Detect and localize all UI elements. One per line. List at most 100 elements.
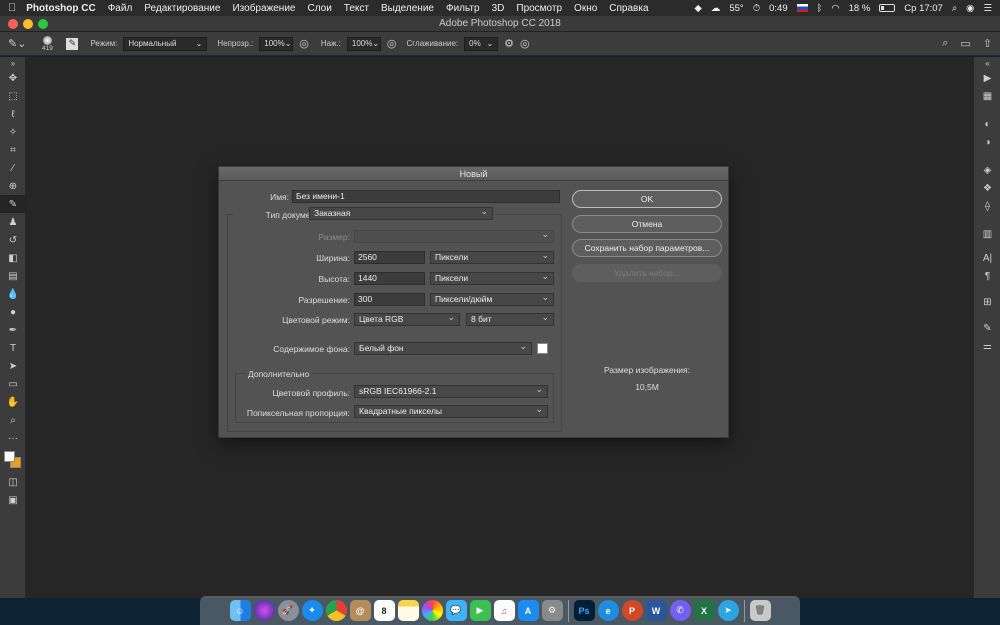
- ok-button[interactable]: OK: [572, 190, 722, 208]
- screen-mode-icon[interactable]: ▣: [0, 491, 26, 509]
- layers-panel-icon[interactable]: ◈: [974, 161, 1000, 179]
- collapse-panel-icon[interactable]: «: [974, 57, 1000, 69]
- pressure-size-icon[interactable]: ◎: [520, 37, 530, 50]
- channels-panel-icon[interactable]: ❖: [974, 179, 1000, 197]
- calendar-icon[interactable]: 8: [373, 600, 395, 621]
- menu-filter[interactable]: Фильтр: [446, 3, 480, 14]
- wifi-icon[interactable]: ◠: [831, 3, 839, 14]
- photoshop-icon[interactable]: Ps: [573, 600, 595, 621]
- search-icon[interactable]: ⌕: [942, 37, 948, 50]
- width-unit-dropdown[interactable]: Пиксели: [430, 250, 554, 264]
- menu-window[interactable]: Окно: [574, 3, 597, 14]
- edge-icon[interactable]: e: [597, 600, 619, 621]
- preferences-icon[interactable]: ⚙: [541, 600, 563, 621]
- menu-3d[interactable]: 3D: [492, 3, 505, 14]
- contacts-icon[interactable]: @: [349, 600, 371, 621]
- word-icon[interactable]: W: [645, 600, 667, 621]
- zoom-tool-icon[interactable]: ⌕: [0, 411, 26, 429]
- clock[interactable]: Ср 17:07: [904, 3, 943, 14]
- foreground-color-icon[interactable]: [4, 451, 15, 462]
- battery-percent[interactable]: 18 %: [849, 3, 871, 14]
- app-menu[interactable]: Photoshop CC: [26, 3, 95, 14]
- brush-tool-icon[interactable]: ✎⌄: [8, 37, 26, 50]
- width-input[interactable]: 2560: [354, 251, 425, 264]
- music-icon[interactable]: ♫: [493, 600, 515, 621]
- pen-tool-icon[interactable]: ✒: [0, 321, 26, 339]
- background-color-swatch[interactable]: [537, 343, 548, 354]
- name-input[interactable]: Без имени-1: [292, 190, 560, 203]
- healing-brush-tool-icon[interactable]: ⊕: [0, 177, 26, 195]
- spotlight-icon[interactable]: ⌕: [952, 3, 957, 14]
- trash-icon[interactable]: 🗑: [749, 600, 771, 621]
- paths-panel-icon[interactable]: ⟠: [974, 197, 1000, 215]
- gradient-tool-icon[interactable]: ▤: [0, 267, 26, 285]
- apple-menu-icon[interactable]: : [8, 2, 16, 14]
- menu-select[interactable]: Выделение: [381, 3, 434, 14]
- quick-mask-icon[interactable]: ◫: [0, 473, 26, 491]
- opacity-field[interactable]: 100% ⌄: [259, 36, 294, 51]
- airbrush-icon[interactable]: ◎: [387, 37, 397, 50]
- finder-icon[interactable]: ☺: [229, 600, 251, 621]
- siri-menu-icon[interactable]: ◉: [966, 3, 974, 14]
- brush-preset-picker[interactable]: 419: [38, 35, 56, 52]
- menu-edit[interactable]: Редактирование: [144, 3, 220, 14]
- weather-temp[interactable]: 55°: [729, 3, 743, 14]
- color-profile-dropdown[interactable]: sRGB IEC61966-2.1: [354, 384, 548, 398]
- height-input[interactable]: 1440: [354, 272, 425, 285]
- quick-selection-tool-icon[interactable]: ✧: [0, 123, 26, 141]
- type-tool-icon[interactable]: T: [0, 339, 26, 357]
- brush-settings-panel-icon[interactable]: ✎: [974, 319, 1000, 337]
- character-panel-icon[interactable]: A|: [974, 249, 1000, 267]
- cancel-button[interactable]: Отмена: [572, 215, 722, 233]
- hand-tool-icon[interactable]: ✋: [0, 393, 26, 411]
- more-tools-icon[interactable]: ···: [0, 429, 26, 447]
- share-icon[interactable]: ⇧: [983, 37, 992, 50]
- dropbox-icon[interactable]: ◆: [695, 3, 702, 14]
- menu-help[interactable]: Справка: [609, 3, 648, 14]
- viber-icon[interactable]: ✆: [669, 600, 691, 621]
- timer-icon[interactable]: ⏱: [753, 3, 760, 14]
- clone-stamp-tool-icon[interactable]: ♟: [0, 213, 26, 231]
- gear-icon[interactable]: ⚙: [504, 37, 514, 50]
- close-window-icon[interactable]: [8, 19, 18, 29]
- menu-file[interactable]: Файл: [108, 3, 133, 14]
- menu-type[interactable]: Текст: [344, 3, 369, 14]
- menu-image[interactable]: Изображение: [232, 3, 295, 14]
- pressure-opacity-icon[interactable]: ◎: [299, 37, 309, 50]
- move-tool-icon[interactable]: ✥: [0, 69, 26, 87]
- color-swatches[interactable]: [0, 447, 26, 473]
- swatches-panel-icon[interactable]: ▦: [974, 87, 1000, 105]
- safari-icon[interactable]: ✦: [301, 600, 323, 621]
- history-panel-icon[interactable]: ▶: [974, 69, 1000, 87]
- background-dropdown[interactable]: Белый фон: [354, 341, 532, 355]
- dodge-tool-icon[interactable]: ●: [0, 303, 26, 321]
- minimize-window-icon[interactable]: [23, 19, 33, 29]
- blur-tool-icon[interactable]: 💧: [0, 285, 26, 303]
- pixel-aspect-dropdown[interactable]: Квадратные пикселы: [354, 404, 548, 418]
- crop-tool-icon[interactable]: ⌗: [0, 141, 26, 159]
- battery-icon[interactable]: [879, 4, 896, 12]
- workspace-icon[interactable]: ▭: [960, 37, 970, 50]
- launchpad-icon[interactable]: 🚀: [277, 600, 299, 621]
- save-preset-button[interactable]: Сохранить набор параметров...: [572, 239, 722, 257]
- mode-dropdown[interactable]: Нормальный ⌄: [123, 36, 208, 51]
- siri-icon[interactable]: [253, 600, 275, 621]
- telegram-icon[interactable]: ➤: [717, 600, 739, 621]
- rectangle-tool-icon[interactable]: ▭: [0, 375, 26, 393]
- history-brush-tool-icon[interactable]: ↺: [0, 231, 26, 249]
- notification-center-icon[interactable]: ☰: [983, 3, 992, 14]
- resolution-unit-dropdown[interactable]: Пиксели/дюйм: [430, 292, 554, 306]
- paragraph-panel-icon[interactable]: ¶: [974, 267, 1000, 285]
- photos-icon[interactable]: [421, 600, 443, 621]
- flow-field[interactable]: 100% ⌄: [346, 36, 381, 51]
- powerpoint-icon[interactable]: P: [621, 600, 643, 621]
- facetime-icon[interactable]: ▶: [469, 600, 491, 621]
- menu-view[interactable]: Просмотр: [516, 3, 562, 14]
- path-selection-tool-icon[interactable]: ➤: [0, 357, 26, 375]
- input-source-flag-icon[interactable]: [796, 4, 808, 12]
- smoothing-field[interactable]: 0% ⌄: [464, 36, 499, 51]
- eraser-tool-icon[interactable]: ◧: [0, 249, 26, 267]
- marquee-tool-icon[interactable]: ⬚: [0, 87, 26, 105]
- glyphs-panel-icon[interactable]: ⊞: [974, 293, 1000, 311]
- timer-text[interactable]: 0:49: [769, 3, 788, 14]
